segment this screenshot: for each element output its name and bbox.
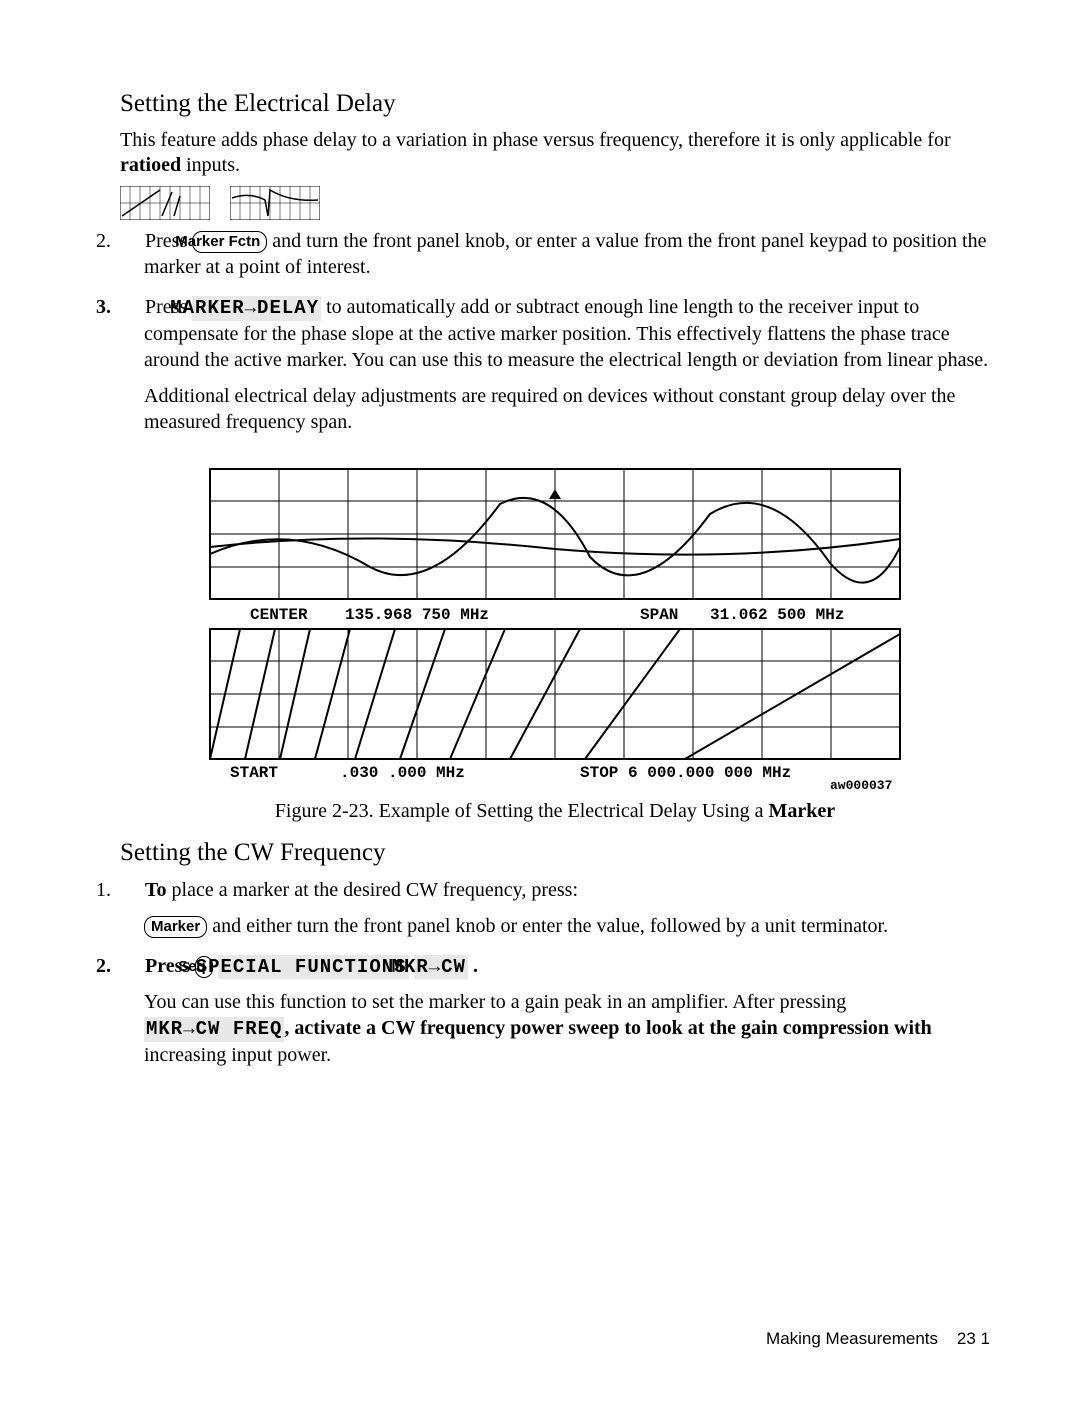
t: increasing input power. — [144, 1044, 331, 1066]
footer-page: 23 1 — [957, 1329, 990, 1348]
fig-span-label: SPAN — [640, 606, 678, 624]
t: place a marker at the desired CW frequen… — [167, 879, 578, 901]
figure-svg: CENTER 135.968 750 MHz SPAN 31.062 500 M… — [170, 459, 940, 789]
step-num: 2. — [120, 953, 140, 979]
fig-stop-text: STOP 6 000.000 000 MHz — [580, 764, 791, 782]
t: You can use this function to set the mar… — [144, 991, 846, 1013]
figure-block: CENTER 135.968 750 MHz SPAN 31.062 500 M… — [120, 459, 990, 823]
t: Figure 2-23. Example of Setting the Elec… — [275, 800, 769, 822]
section1-intro: This feature adds phase delay to a varia… — [120, 128, 990, 178]
mini-graphs — [120, 186, 990, 220]
step-3: 3. Press MARKER→DELAY to automatically a… — [120, 294, 990, 435]
softkey-marker-delay: MARKER→DELAY — [192, 296, 321, 321]
key-marker-fctn: Marker Fctn — [192, 231, 267, 253]
section2-title: Setting the CW Frequency — [120, 839, 990, 867]
cw-step2-para: You can use this function to set the mar… — [144, 989, 990, 1068]
fig-code: aw000037 — [830, 778, 892, 789]
t: Marker — [769, 800, 836, 822]
page-footer: Making Measurements 23 1 — [766, 1329, 990, 1349]
softkey-mkr-cw-freq: MKR→CW FREQ — [144, 1017, 284, 1042]
fig-center-text: 135.968 750 MHz — [345, 606, 489, 624]
section1-steps: 2. Press Marker Fctn and turn the front … — [120, 228, 990, 435]
t: To — [145, 879, 167, 901]
t: inputs. — [181, 154, 240, 176]
mini-graph-before — [120, 186, 210, 220]
section1-title: Setting the Electrical Delay — [120, 90, 990, 118]
step-num: 1. — [120, 877, 140, 903]
t: and either turn the front panel knob or … — [207, 915, 888, 937]
softkey-special-functions: SPECIAL FUNCTIONS — [218, 955, 409, 980]
cw-step-1: 1. To place a marker at the desired CW f… — [120, 877, 990, 939]
fig-start-text: .030 .000 MHz — [340, 764, 465, 782]
key-marker: Marker — [144, 916, 207, 938]
figure-caption: Figure 2-23. Example of Setting the Elec… — [120, 800, 990, 823]
step-num: 2. — [120, 228, 140, 254]
fig-span-text: 31.062 500 MHz — [710, 606, 844, 624]
t: ratioed — [120, 154, 181, 176]
step-2: 2. Press Marker Fctn and turn the front … — [120, 228, 990, 280]
step-num: 3. — [120, 294, 140, 320]
t: . — [468, 955, 478, 977]
t: , activate a CW frequency power sweep to… — [284, 1017, 931, 1039]
t: and turn the front panel knob, or enter … — [144, 230, 987, 278]
step3-para2: Additional electrical delay adjustments … — [144, 383, 990, 435]
fig-center-label: CENTER — [250, 606, 308, 624]
softkey-mkr-cw: MKR→CW — [414, 955, 468, 980]
t: This feature adds phase delay to a varia… — [120, 129, 951, 151]
cw-step1-cont: Marker and either turn the front panel k… — [144, 913, 990, 939]
section2-steps: 1. To place a marker at the desired CW f… — [120, 877, 990, 1068]
cw-step-2: 2. Press Seq SPECIAL FUNCTIONS MKR→CW . … — [120, 953, 990, 1068]
mini-graph-after — [230, 186, 320, 220]
page: Setting the Electrical Delay This featur… — [0, 0, 1080, 1409]
fig-start-label: START — [230, 764, 278, 782]
footer-text: Making Measurements — [766, 1329, 938, 1348]
